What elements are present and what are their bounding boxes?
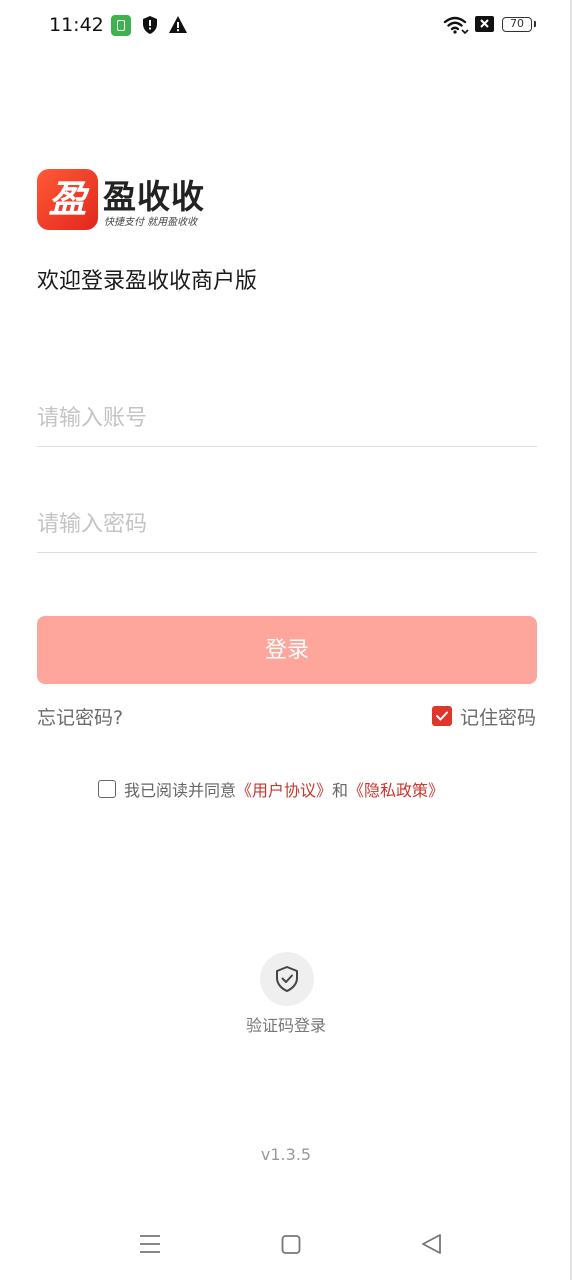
agreement-checkbox[interactable]	[98, 780, 116, 798]
remember-label: 记住密码	[459, 706, 536, 729]
remember-checkbox[interactable]	[431, 706, 452, 726]
agreement-prefix: 我已阅读并同意	[124, 781, 237, 800]
welcome-title: 欢迎登录盈收收商户版	[37, 269, 258, 294]
logo-icon: 盈	[37, 169, 98, 230]
account-input[interactable]	[37, 390, 537, 447]
brand-slogan: 快捷支付 就用盈收收	[104, 217, 198, 228]
battery-icon: 70	[502, 17, 536, 32]
agreement-and: 和	[332, 781, 349, 800]
privacy-policy-link[interactable]: 《隐私政策》	[348, 777, 444, 801]
home-icon[interactable]	[281, 1232, 301, 1260]
login-button[interactable]: 登录	[37, 616, 537, 684]
wifi-icon	[443, 15, 469, 39]
status-bar: 11:42 70	[0, 0, 572, 52]
app-version: v1.3.5	[260, 1145, 312, 1164]
status-time: 11:42	[49, 14, 104, 36]
password-input[interactable]	[37, 496, 537, 553]
user-agreement-link[interactable]: 《用户协议》	[236, 777, 332, 801]
forgot-password-link[interactable]: 忘记密码?	[37, 703, 123, 730]
menu-icon[interactable]	[139, 1232, 161, 1260]
sms-login-label[interactable]: 验证码登录	[0, 1012, 572, 1036]
shield-check-icon	[276, 966, 298, 992]
agreement-row: 我已阅读并同意 《用户协议》 和 《隐私政策》	[98, 777, 444, 801]
back-icon[interactable]	[421, 1232, 443, 1260]
sim-off-icon	[475, 15, 495, 37]
warning-icon	[168, 15, 188, 38]
shield-icon	[141, 15, 159, 39]
brand-name: 盈收收	[103, 177, 205, 216]
app-icon	[111, 15, 131, 36]
logo-char: 盈	[48, 177, 87, 221]
sms-login-button[interactable]	[260, 952, 314, 1006]
remember-password-toggle[interactable]: 记住密码	[431, 703, 536, 729]
